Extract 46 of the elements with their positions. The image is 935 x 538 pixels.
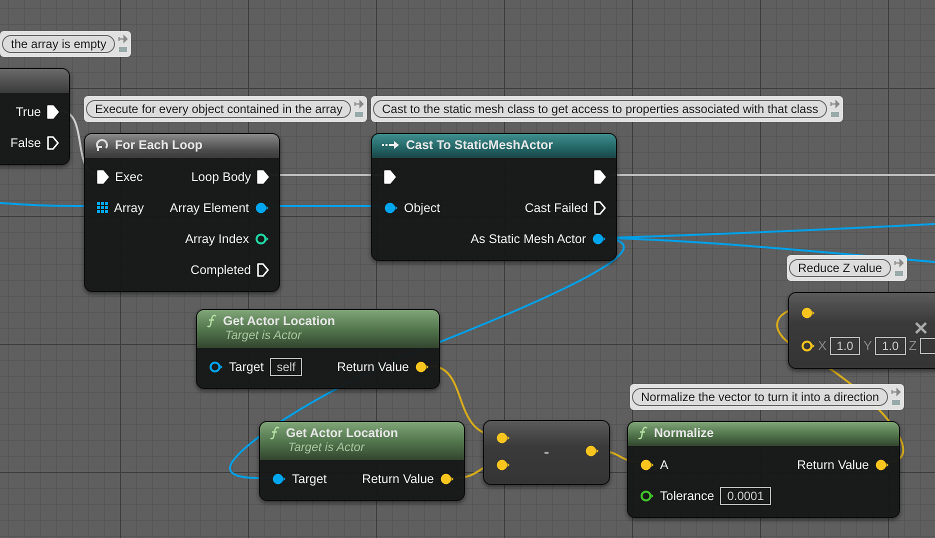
pin-label: Target — [292, 472, 327, 486]
value-field[interactable]: self — [270, 358, 302, 376]
comment-text: the array is empty — [2, 35, 116, 53]
pin-label: Array Element — [170, 200, 249, 214]
pin-label: Return Value — [796, 458, 869, 472]
pin-label: Array — [114, 200, 144, 214]
component-label: Y — [863, 338, 872, 353]
blueprint-node[interactable]: True False — [0, 68, 70, 165]
pin-label: Return Value — [336, 360, 409, 374]
component-label: Z — [908, 338, 917, 353]
operator-symbol: - — [544, 444, 550, 462]
pin-label: Target — [229, 360, 264, 374]
comment-text: Execute for every object contained in the array — [86, 100, 352, 118]
blueprint-node[interactable]: Cast To StaticMeshActor Object Cast Failed As Static Mesh Actor — [371, 133, 617, 261]
component-label: X — [818, 338, 827, 353]
pin-label: A — [660, 458, 668, 472]
pin-label: Cast Failed — [524, 200, 588, 214]
pin-label: As Static Mesh Actor — [470, 232, 586, 246]
value-field[interactable]: 0.0001 — [720, 486, 771, 504]
pin-label: Loop Body — [191, 170, 251, 184]
pin-label: Return Value — [362, 472, 434, 486]
node-subtitle: Target is Actor — [287, 440, 366, 454]
blueprint-node[interactable]: Normalize A Return Value Tolerance 0.0001 — [627, 421, 900, 518]
compact-node[interactable]: X 1.0 Y 1.0 Z — [788, 292, 935, 369]
node-title: Cast To StaticMeshActor — [406, 138, 554, 152]
comment-text: Reduce Z value — [789, 259, 892, 277]
pin-label: False — [10, 136, 41, 150]
pin-label: Array Index — [185, 232, 249, 246]
comment-text: Normalize the vector to turn it into a direction — [632, 388, 888, 406]
pin-label: Tolerance — [660, 488, 714, 502]
compact-node[interactable]: - — [483, 420, 610, 485]
pin-label: Object — [404, 200, 440, 214]
value-field[interactable]: 1.0 — [875, 336, 906, 354]
blueprint-node[interactable]: For Each Loop Exec Loop Body Array Array Element Array Index Completed — [84, 133, 280, 292]
node-title: Get Actor Location — [223, 314, 336, 328]
node-title: Get Actor Location — [286, 426, 398, 440]
node-title: For Each Loop — [115, 138, 202, 152]
value-field[interactable]: 1.0 — [830, 336, 860, 354]
pin-label: Completed — [190, 262, 251, 276]
blueprint-node[interactable]: Get Actor Location Target is Actor Target self Return Value — [196, 309, 440, 389]
blueprint-node[interactable]: Get Actor Location Target is Actor Target Return Value — [259, 421, 465, 501]
pin-label: True — [16, 104, 41, 118]
node-title: Normalize — [654, 426, 714, 440]
comment-text: Cast to the static mesh class to get access to properties associated with that class — [373, 100, 828, 118]
node-subtitle: Target is Actor — [224, 328, 303, 342]
pin-label: Exec — [115, 170, 143, 184]
